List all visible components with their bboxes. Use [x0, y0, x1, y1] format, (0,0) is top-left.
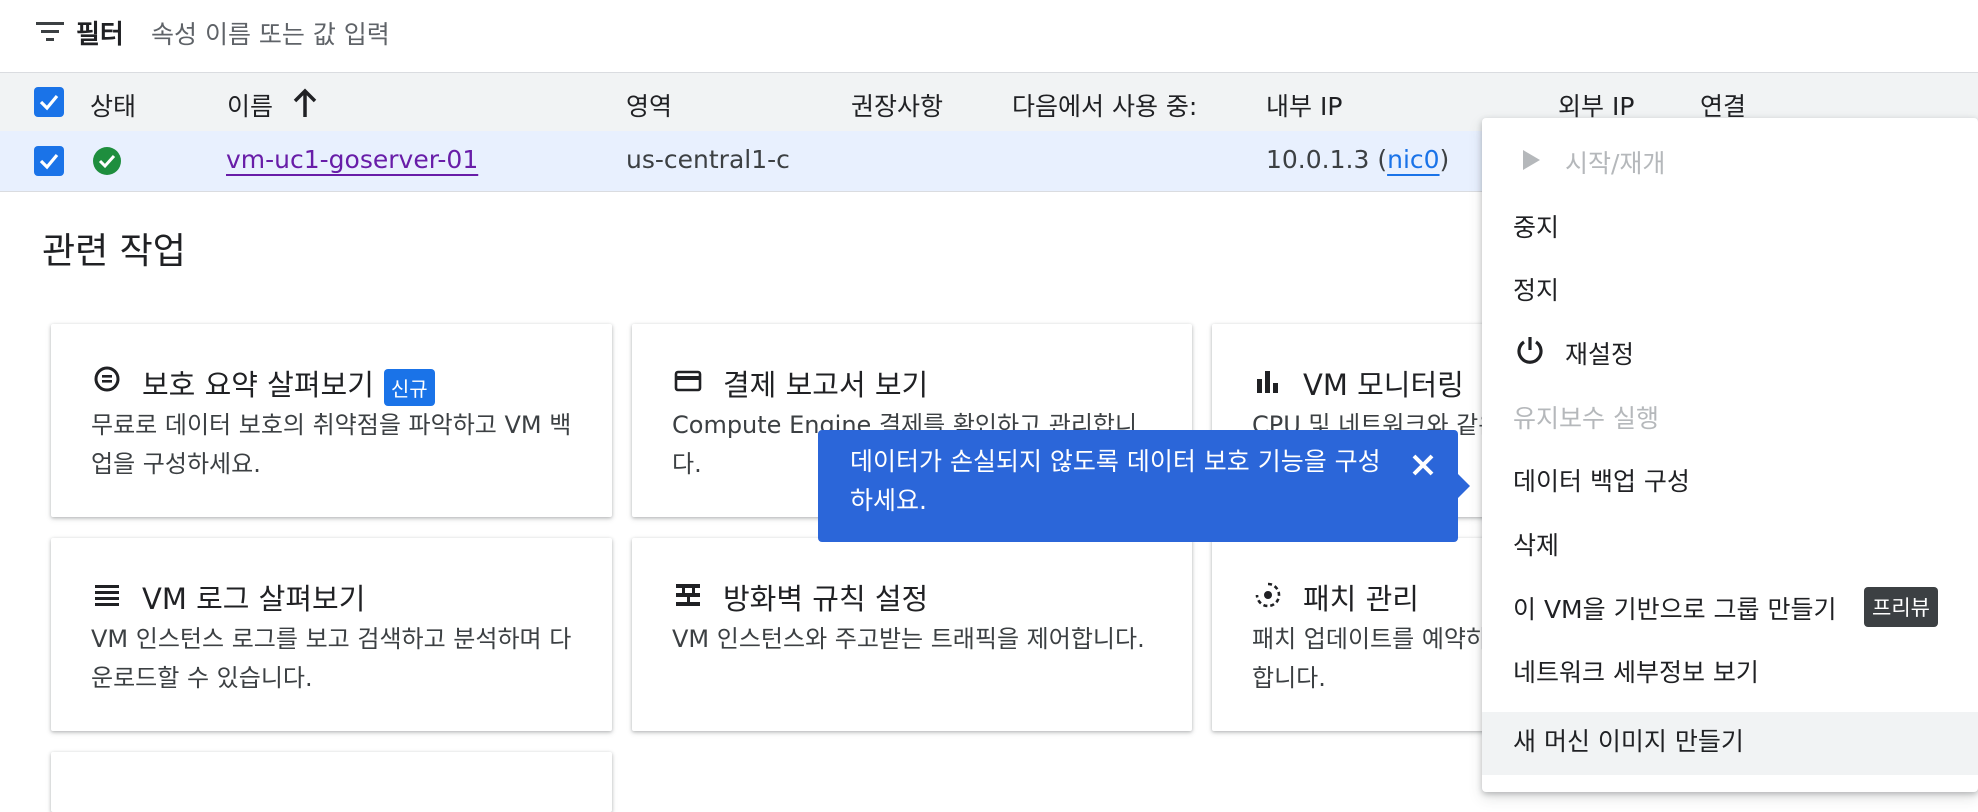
credit-card-icon [674, 370, 702, 392]
menu-item-stop[interactable]: 정지 [1482, 255, 1978, 318]
check-circle-icon [93, 147, 121, 175]
column-in-use-by[interactable]: 다음에서 사용 중: [1012, 87, 1197, 123]
new-badge: 신규 [383, 368, 435, 406]
patch-icon [1255, 582, 1281, 608]
zone-value: us-central1-c [626, 145, 790, 174]
card-title: VM 로그 살펴보기 [142, 582, 366, 616]
filter-icon[interactable] [34, 20, 66, 44]
menu-item-delete[interactable]: 삭제 [1482, 510, 1978, 573]
card-partial[interactable] [51, 752, 612, 812]
card-protection-summary[interactable]: 보호 요약 살펴보기 신규 무료로 데이터 보호의 취약점을 파악하고 VM 백업… [51, 324, 612, 517]
card-vm-logs[interactable]: VM 로그 살펴보기 VM 인스턴스 로그를 보고 검색하고 분석하며 다운로드… [51, 538, 612, 731]
card-firewall-rules[interactable]: 방화벽 규칙 설정 VM 인스턴스와 주고받는 트래픽을 제어합니다. [632, 538, 1192, 731]
menu-item-label: 재설정 [1565, 340, 1635, 369]
menu-item-label: 정지 [1513, 276, 1560, 305]
column-zone[interactable]: 영역 [626, 87, 672, 123]
bar-chart-icon [1257, 371, 1278, 393]
filter-label[interactable]: 필터 [76, 14, 124, 51]
card-title-text: 보호 요약 살펴보기 [142, 368, 374, 402]
power-icon [1517, 337, 1543, 364]
nic-link[interactable]: nic0 [1387, 145, 1439, 174]
select-all-checkbox[interactable] [34, 87, 64, 117]
menu-item-label: 삭제 [1513, 531, 1560, 560]
tooltip-arrow [1456, 472, 1470, 500]
card-title: 보호 요약 살펴보기 신규 [142, 362, 435, 406]
menu-item-label: 시작/재개 [1565, 149, 1666, 178]
data-protection-icon [94, 366, 120, 392]
play-icon [1523, 150, 1540, 170]
card-description: 무료로 데이터 보호의 취약점을 파악하고 VM 백업을 구성하세요. [91, 411, 572, 478]
column-internal-ip[interactable]: 내부 IP [1266, 87, 1342, 123]
related-actions-title: 관련 작업 [42, 231, 186, 272]
internal-ip-close-paren: ) [1439, 145, 1450, 174]
column-status[interactable]: 상태 [90, 87, 136, 123]
internal-ip-value: 10.0.1.3 (nic0) [1266, 145, 1449, 174]
menu-item-label: 네트워크 세부정보 보기 [1513, 658, 1759, 687]
menu-item-start-resume[interactable]: 시작/재개 [1482, 128, 1978, 191]
row-checkbox[interactable] [34, 146, 64, 176]
menu-item-suspend[interactable]: 중지 [1482, 192, 1978, 255]
menu-item-label: 이 VM을 기반으로 그룹 만들기 [1513, 595, 1837, 624]
menu-item-create-group[interactable]: 이 VM을 기반으로 그룹 만들기 프리뷰 [1482, 574, 1978, 637]
tooltip-text: 데이터가 손실되지 않도록 데이터 보호 기능을 구성하세요. [850, 447, 1381, 515]
card-description: VM 인스턴스 로그를 보고 검색하고 분석하며 다운로드할 수 있습니다. [91, 625, 572, 692]
logs-icon [95, 585, 119, 606]
card-title: 결제 보고서 보기 [723, 368, 929, 402]
internal-ip-open-paren: ( [1377, 145, 1388, 174]
menu-item-label: 새 머신 이미지 만들기 [1513, 727, 1744, 756]
column-name[interactable]: 이름 [227, 87, 273, 123]
menu-item-label: 데이터 백업 구성 [1513, 467, 1690, 496]
menu-item-label: 유지보수 실행 [1513, 404, 1659, 433]
arrow-up-icon[interactable] [291, 87, 319, 119]
internal-ip-address: 10.0.1.3 [1266, 145, 1370, 174]
card-title: 패치 관리 [1303, 582, 1419, 616]
vm-name-link[interactable]: vm-uc1-goserver-01 [226, 145, 478, 174]
filter-input[interactable]: 속성 이름 또는 값 입력 [151, 15, 390, 51]
menu-item-create-machine-image[interactable]: 새 머신 이미지 만들기 [1482, 712, 1978, 775]
card-description: VM 인스턴스와 주고받는 트래픽을 제어합니다. [672, 625, 1145, 653]
menu-item-reset[interactable]: 재설정 [1482, 319, 1978, 382]
data-protection-tooltip: 데이터가 손실되지 않도록 데이터 보호 기능을 구성하세요. [818, 430, 1458, 542]
column-recommendations[interactable]: 권장사항 [851, 87, 943, 123]
menu-item-run-maintenance[interactable]: 유지보수 실행 [1482, 383, 1978, 446]
menu-item-network-details[interactable]: 네트워크 세부정보 보기 [1482, 637, 1978, 700]
menu-item-configure-backup[interactable]: 데이터 백업 구성 [1482, 446, 1978, 509]
close-icon[interactable] [1406, 448, 1440, 482]
card-title: 방화벽 규칙 설정 [723, 582, 929, 616]
filter-bar: 필터 속성 이름 또는 값 입력 [0, 0, 1978, 72]
menu-item-label: 중지 [1513, 213, 1560, 242]
card-title: VM 모니터링 [1303, 368, 1464, 402]
vm-actions-menu: 시작/재개 중지 정지 재설정 유지보수 실행 데이터 백업 구성 삭제 이 V… [1482, 118, 1978, 792]
preview-badge: 프리뷰 [1864, 587, 1938, 627]
firewall-icon [676, 584, 700, 606]
